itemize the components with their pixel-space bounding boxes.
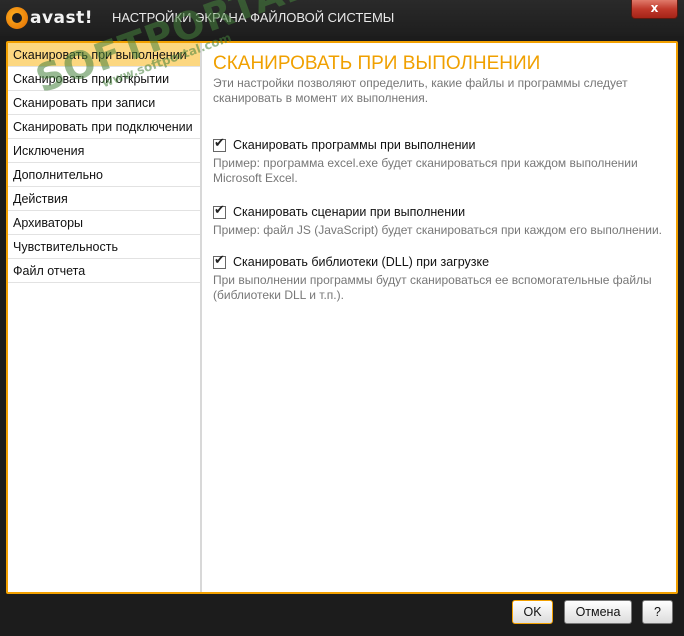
sidebar: Сканировать при выполнении Сканировать п… [8,43,202,592]
sidebar-item-exclusions[interactable]: Исключения [8,139,200,163]
sidebar-item-sensitivity[interactable]: Чувствительность [8,235,200,259]
option-description: При выполнении программы будут сканирова… [213,273,652,302]
cancel-button[interactable]: Отмена [564,600,632,624]
sidebar-item-scan-on-execute[interactable]: Сканировать при выполнении [8,43,200,67]
content-area: СКАНИРОВАТЬ ПРИ ВЫПОЛНЕНИИ Эти настройки… [213,43,673,592]
option-scan-programs: Сканировать программы при выполнении При… [213,136,668,186]
title-bar: avast! НАСТРОЙКИ ЭКРАНА ФАЙЛОВОЙ СИСТЕМЫ… [0,0,684,36]
option-scan-dll: Сканировать библиотеки (DLL) при загрузк… [213,253,668,303]
option-label[interactable]: Сканировать сценарии при выполнении [233,205,465,219]
option-label[interactable]: Сканировать библиотеки (DLL) при загрузк… [233,255,489,269]
sidebar-item-packers[interactable]: Архиваторы [8,211,200,235]
sidebar-item-scan-on-write[interactable]: Сканировать при записи [8,91,200,115]
intro-text: Эти настройки позволяют определить, каки… [213,76,628,105]
scan-dll-checkbox[interactable] [213,253,226,269]
help-button[interactable]: ? [642,600,673,624]
option-label[interactable]: Сканировать программы при выполнении [233,138,475,152]
sidebar-item-scan-on-open[interactable]: Сканировать при открытии [8,67,200,91]
close-button[interactable]: x [631,0,678,19]
scan-programs-checkbox[interactable] [213,136,226,152]
window-title: НАСТРОЙКИ ЭКРАНА ФАЙЛОВОЙ СИСТЕМЫ [112,10,395,25]
sidebar-item-advanced[interactable]: Дополнительно [8,163,200,187]
sidebar-item-scan-on-attach[interactable]: Сканировать при подключении [8,115,200,139]
scan-scripts-checkbox[interactable] [213,203,226,219]
option-scan-scripts: Сканировать сценарии при выполнении Прим… [213,203,668,238]
option-description: Пример: файл JS (JavaScript) будет скани… [213,223,663,237]
avast-logo-icon [6,7,28,29]
settings-panel: Сканировать при выполнении Сканировать п… [6,41,678,594]
sidebar-item-report-file[interactable]: Файл отчета [8,259,200,283]
avast-logo: avast! [6,6,93,30]
logo-text: avast! [30,8,94,28]
option-description: Пример: программа excel.exe будет сканир… [213,156,638,185]
sidebar-item-actions[interactable]: Действия [8,187,200,211]
page-title: СКАНИРОВАТЬ ПРИ ВЫПОЛНЕНИИ [213,53,541,74]
ok-button[interactable]: OK [512,600,553,624]
